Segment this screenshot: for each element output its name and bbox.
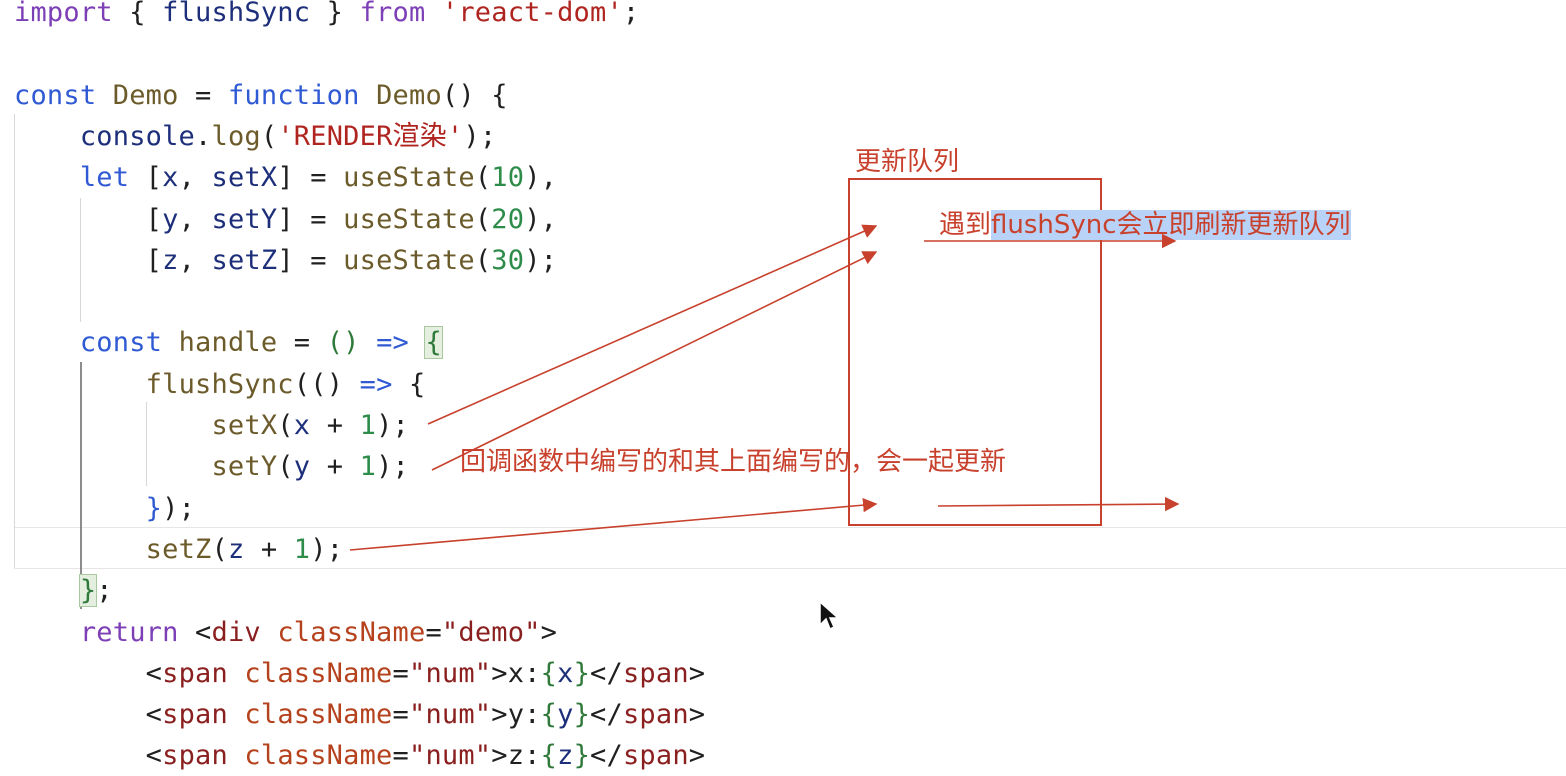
arrow-sety bbox=[431, 251, 878, 471]
mouse-pointer-icon bbox=[819, 601, 840, 631]
annotation-arrows bbox=[349, 224, 1180, 551]
arrow-setz bbox=[349, 497, 878, 551]
arrow-setx bbox=[427, 224, 878, 425]
arrow-batch-out bbox=[937, 496, 1180, 512]
